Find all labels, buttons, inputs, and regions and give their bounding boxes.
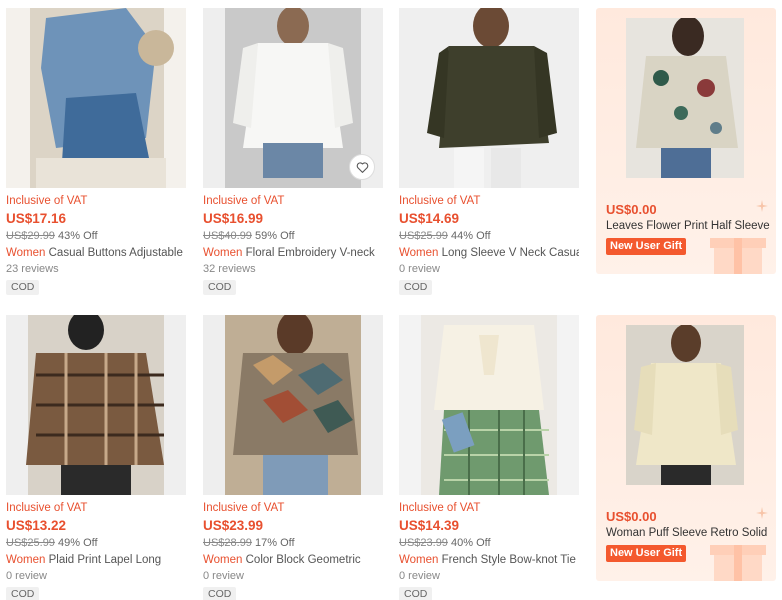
product-title[interactable]: Women Color Block Geometric xyxy=(203,553,383,568)
cod-badge: COD xyxy=(6,587,40,600)
product-title[interactable]: Women Casual Buttons Adjustable xyxy=(6,246,186,261)
sale-price: US$17.16 xyxy=(6,211,67,226)
price-row: US$25.99 49% Off xyxy=(6,536,186,550)
new-user-gift-badge: New User Gift xyxy=(606,545,687,562)
category-label[interactable]: Women xyxy=(6,247,45,259)
review-count[interactable]: 0 review xyxy=(6,569,186,583)
sale-price: US$23.99 xyxy=(203,518,264,533)
category-label[interactable]: Women xyxy=(6,554,45,566)
product-image[interactable] xyxy=(6,315,186,495)
product-name[interactable]: Long Sleeve V Neck Casual xyxy=(442,247,579,259)
gift-product-image[interactable] xyxy=(626,325,744,485)
original-price: US$23.99 xyxy=(399,537,448,549)
cod-badge: COD xyxy=(203,280,237,295)
product-card[interactable]: Inclusive of VAT US$16.99 US$40.99 59% O… xyxy=(203,8,383,295)
review-count[interactable]: 0 review xyxy=(203,569,383,583)
sale-price: US$16.99 xyxy=(203,211,264,226)
vat-label: Inclusive of VAT xyxy=(203,195,285,207)
review-count[interactable]: 23 reviews xyxy=(6,262,186,276)
price-row: US$25.99 44% Off xyxy=(399,229,579,243)
discount-label: 44% Off xyxy=(451,230,491,242)
gift-price: US$0.00 xyxy=(606,202,657,217)
vat-label: Inclusive of VAT xyxy=(6,502,88,514)
product-image[interactable] xyxy=(6,8,186,188)
product-card[interactable]: Inclusive of VAT US$17.16 US$29.99 43% O… xyxy=(6,8,186,295)
sparkle-icon xyxy=(756,507,768,519)
product-card[interactable]: Inclusive of VAT US$23.99 US$28.99 17% O… xyxy=(203,315,383,600)
price-row: US$28.99 17% Off xyxy=(203,536,383,550)
gift-box-icon xyxy=(710,238,766,274)
discount-label: 49% Off xyxy=(58,537,98,549)
product-title[interactable]: Women French Style Bow-knot Tie xyxy=(399,553,579,568)
product-title[interactable]: Women Floral Embroidery V-neck xyxy=(203,246,383,261)
product-name[interactable]: Casual Buttons Adjustable xyxy=(49,247,183,259)
heart-icon xyxy=(356,161,368,173)
product-image[interactable] xyxy=(203,315,383,495)
product-card[interactable]: Inclusive of VAT US$13.22 US$25.99 49% O… xyxy=(6,315,186,600)
vat-label: Inclusive of VAT xyxy=(399,502,481,514)
original-price: US$28.99 xyxy=(203,537,252,549)
discount-label: 59% Off xyxy=(255,230,295,242)
product-image[interactable] xyxy=(399,315,579,495)
discount-label: 17% Off xyxy=(255,537,295,549)
discount-label: 40% Off xyxy=(451,537,491,549)
cod-badge: COD xyxy=(399,280,433,295)
product-title[interactable]: Women Plaid Print Lapel Long xyxy=(6,553,186,568)
product-name[interactable]: Plaid Print Lapel Long xyxy=(49,554,162,566)
vat-label: Inclusive of VAT xyxy=(6,195,88,207)
sale-price: US$13.22 xyxy=(6,518,67,533)
new-user-gift-card[interactable]: US$0.00 Woman Puff Sleeve Retro Solid Ne… xyxy=(596,315,776,581)
original-price: US$29.99 xyxy=(6,230,55,242)
discount-label: 43% Off xyxy=(58,230,98,242)
gift-price: US$0.00 xyxy=(606,509,657,524)
review-count[interactable]: 0 review xyxy=(399,262,579,276)
new-user-gift-card[interactable]: US$0.00 Leaves Flower Print Half Sleeve … xyxy=(596,8,776,274)
gift-product-image[interactable] xyxy=(626,18,744,178)
category-label[interactable]: Women xyxy=(399,554,438,566)
cod-badge: COD xyxy=(6,280,40,295)
original-price: US$25.99 xyxy=(399,230,448,242)
gift-box-icon xyxy=(710,545,766,581)
price-row: US$40.99 59% Off xyxy=(203,229,383,243)
price-row: US$29.99 43% Off xyxy=(6,229,186,243)
cod-badge: COD xyxy=(399,587,433,600)
product-image[interactable] xyxy=(203,8,383,188)
original-price: US$40.99 xyxy=(203,230,252,242)
vat-label: Inclusive of VAT xyxy=(399,195,481,207)
product-title[interactable]: Women Long Sleeve V Neck Casual xyxy=(399,246,579,261)
review-count[interactable]: 0 review xyxy=(399,569,579,583)
product-name[interactable]: French Style Bow-knot Tie xyxy=(442,554,576,566)
review-count[interactable]: 32 reviews xyxy=(203,262,383,276)
product-name[interactable]: Color Block Geometric xyxy=(246,554,361,566)
sale-price: US$14.39 xyxy=(399,518,460,533)
product-card[interactable]: Inclusive of VAT US$14.39 US$23.99 40% O… xyxy=(399,315,579,600)
vat-label: Inclusive of VAT xyxy=(203,502,285,514)
original-price: US$25.99 xyxy=(6,537,55,549)
category-label[interactable]: Women xyxy=(203,247,242,259)
new-user-gift-badge: New User Gift xyxy=(606,238,687,255)
product-name[interactable]: Floral Embroidery V-neck xyxy=(246,247,375,259)
wishlist-button[interactable] xyxy=(349,154,375,180)
category-label[interactable]: Women xyxy=(399,247,438,259)
product-card[interactable]: Inclusive of VAT US$14.69 US$25.99 44% O… xyxy=(399,8,579,295)
price-row: US$23.99 40% Off xyxy=(399,536,579,550)
sale-price: US$14.69 xyxy=(399,211,460,226)
product-image[interactable] xyxy=(399,8,579,188)
cod-badge: COD xyxy=(203,587,237,600)
category-label[interactable]: Women xyxy=(203,554,242,566)
sparkle-icon xyxy=(756,200,768,212)
